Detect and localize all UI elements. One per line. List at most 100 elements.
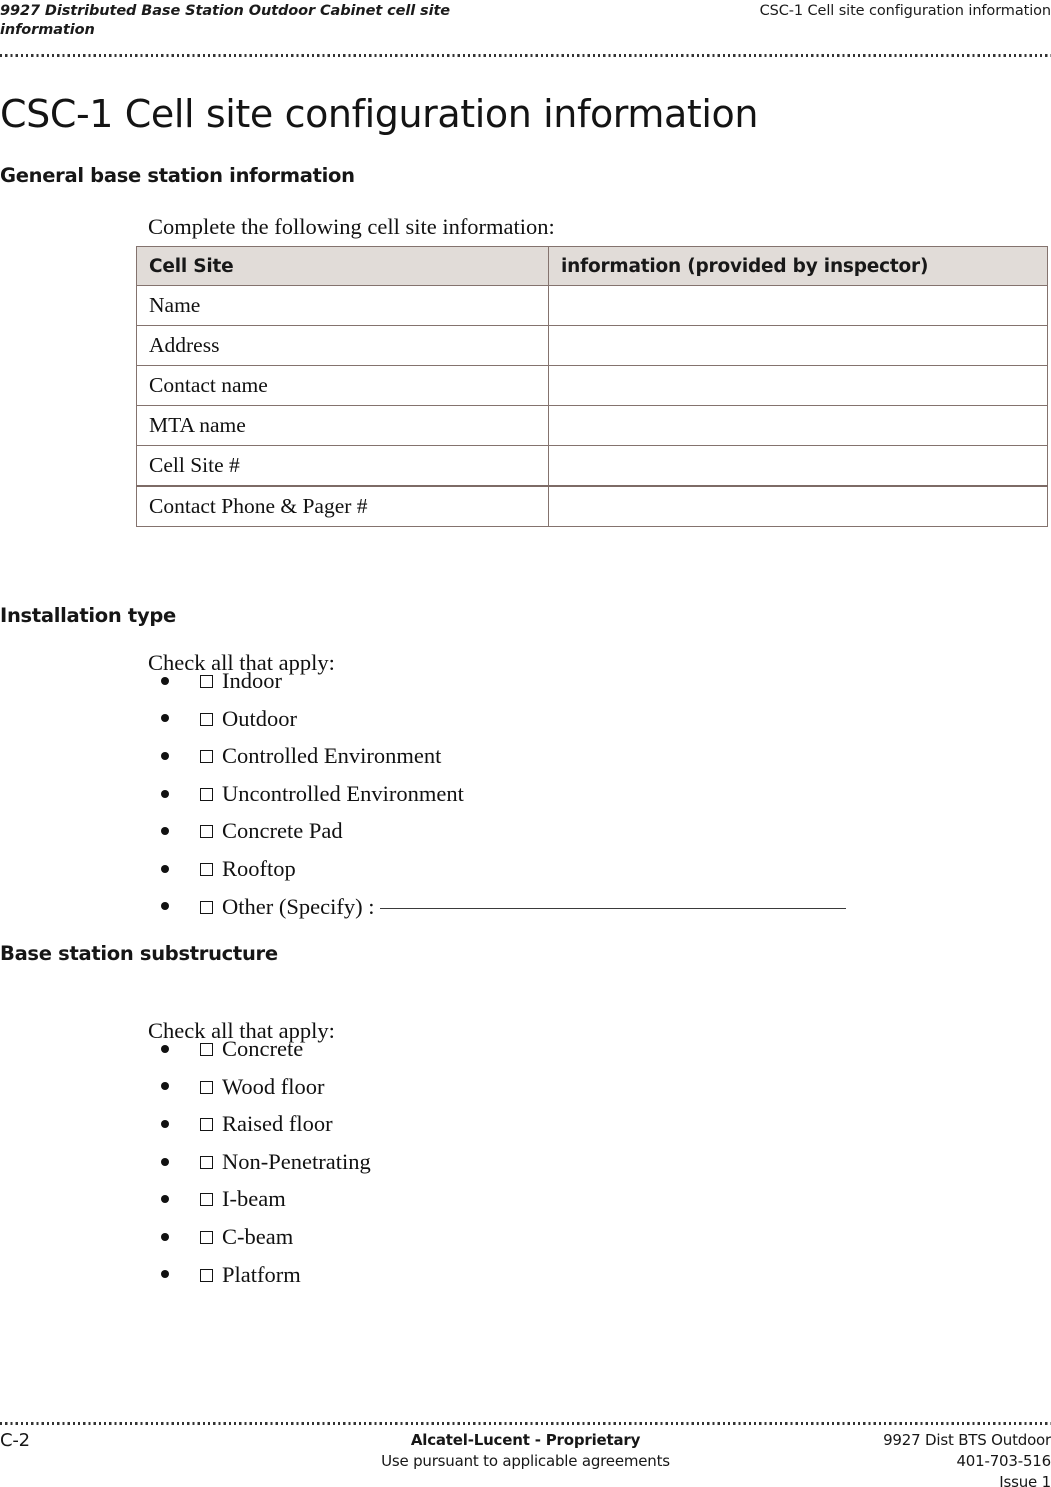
table-cell-label: Address — [136, 325, 549, 366]
checkbox-icon[interactable] — [200, 675, 213, 688]
checkbox-icon[interactable] — [200, 787, 213, 801]
bullet-icon — [161, 1195, 169, 1204]
list-item[interactable]: Non-Penetrating — [148, 1143, 371, 1181]
running-header-right: CSC-1 Cell site configuration informatio… — [759, 3, 1051, 19]
checkbox-icon[interactable] — [200, 1230, 213, 1244]
header-dotted-rule — [0, 54, 1051, 57]
installation-type-checklist: Indoor Outdoor Controlled Environment Un… — [148, 662, 847, 926]
running-header-left: 9927 Distributed Base Station Outdoor Ca… — [0, 2, 520, 40]
list-item[interactable]: I-beam — [148, 1180, 371, 1218]
table-row: MTA name — [136, 405, 1048, 446]
table-row: Address — [136, 325, 1048, 366]
list-item[interactable]: C-beam — [148, 1218, 371, 1256]
list-item[interactable]: Rooftop — [148, 850, 846, 888]
list-item-label: Rooftop — [222, 855, 296, 881]
base-station-substructure-checklist: Concrete Wood floor Raised floor Non-Pen… — [148, 1030, 371, 1293]
bullet-icon — [161, 864, 169, 873]
bullet-icon — [161, 1044, 169, 1053]
other-specify-blank-line[interactable] — [380, 907, 847, 909]
checkbox-icon[interactable] — [200, 1043, 213, 1056]
list-item[interactable]: Controlled Environment — [148, 737, 846, 775]
checkbox-icon[interactable] — [200, 1155, 213, 1169]
list-item-label: Wood floor — [222, 1073, 325, 1099]
table-cell-label: Contact name — [136, 365, 549, 406]
table-row: Contact name — [136, 365, 1048, 406]
table-cell-value[interactable] — [548, 485, 1048, 527]
table-row: Name — [136, 285, 1048, 326]
table-cell-value[interactable] — [548, 445, 1048, 487]
running-footer: C-2 Alcatel-Lucent - Proprietary Use pur… — [0, 1430, 1051, 1487]
page-title: CSC-1 Cell site configuration informatio… — [0, 92, 759, 137]
section-heading-general: General base station information — [0, 164, 355, 188]
list-item-label: Indoor — [222, 668, 282, 693]
footer-issue: Issue 1 — [999, 1473, 1051, 1487]
bullet-icon — [161, 1157, 169, 1166]
table-cell-label: Cell Site # — [136, 445, 549, 487]
bullet-icon — [161, 827, 169, 836]
list-item-label: I-beam — [222, 1186, 286, 1212]
checkbox-icon[interactable] — [200, 750, 213, 764]
running-header-left-line1: 9927 Distributed Base Station Outdoor Ca… — [0, 3, 451, 19]
list-item-label: Outdoor — [222, 705, 297, 731]
bullet-icon — [161, 902, 169, 911]
list-item[interactable]: Concrete Pad — [148, 812, 846, 850]
footer-product-name: 9927 Dist BTS Outdoor — [883, 1431, 1051, 1449]
list-item-label: C-beam — [222, 1223, 294, 1249]
table-cell-value[interactable] — [548, 405, 1048, 446]
table-col-header-information: information (provided by inspector) — [548, 246, 1048, 286]
list-item[interactable]: Other (Specify) : — [148, 888, 847, 926]
checkbox-icon[interactable] — [200, 1193, 213, 1207]
table-cell-label: Name — [136, 285, 549, 326]
list-item[interactable]: Outdoor — [148, 700, 846, 738]
bullet-icon — [161, 789, 169, 798]
footer-issue-line: Issue 1March 2012 — [883, 1472, 1051, 1487]
checkbox-icon[interactable] — [200, 1268, 213, 1282]
checkbox-icon[interactable] — [200, 712, 213, 726]
list-item-label: Concrete Pad — [222, 818, 343, 844]
table-cell-label: Contact Phone & Pager # — [136, 485, 549, 527]
table-row: Contact Phone & Pager # — [136, 485, 1048, 527]
bullet-icon — [161, 751, 169, 760]
table-cell-label: MTA name — [136, 405, 549, 446]
list-item[interactable]: Uncontrolled Environment — [148, 775, 846, 813]
document-page: 9927 Distributed Base Station Outdoor Ca… — [0, 0, 1051, 1487]
list-item[interactable]: Concrete — [148, 1030, 371, 1068]
list-item-label: Controlled Environment — [222, 743, 442, 769]
bullet-icon — [161, 1119, 169, 1128]
section-heading-installation-type: Installation type — [0, 604, 176, 628]
checkbox-icon[interactable] — [200, 825, 213, 839]
cell-site-information-table: Cell Site information (provided by inspe… — [136, 246, 1048, 527]
table-cell-value[interactable] — [548, 285, 1048, 326]
list-item-label: Concrete — [222, 1036, 304, 1061]
list-item-label: Non-Penetrating — [222, 1148, 371, 1174]
bullet-icon — [161, 714, 169, 723]
general-intro-text: Complete the following cell site informa… — [148, 213, 555, 239]
section-heading-base-station-substructure: Base station substructure — [0, 942, 278, 966]
table-col-header-cell-site: Cell Site — [136, 246, 549, 286]
bullet-icon — [161, 1270, 169, 1279]
list-item-label: Other (Specify) : — [222, 893, 375, 919]
checkbox-icon[interactable] — [200, 1118, 213, 1132]
running-header-left-line2: information — [0, 22, 95, 38]
list-item[interactable]: Raised floor — [148, 1105, 371, 1143]
table-row: Cell Site # — [136, 445, 1048, 487]
table-cell-value[interactable] — [548, 325, 1048, 366]
checkbox-icon[interactable] — [200, 900, 213, 914]
list-item-label: Platform — [222, 1261, 301, 1287]
bullet-icon — [161, 1082, 169, 1091]
list-item[interactable]: Indoor — [148, 662, 846, 700]
list-item-label: Uncontrolled Environment — [222, 780, 464, 806]
list-item-label: Raised floor — [222, 1111, 333, 1137]
checkbox-icon[interactable] — [200, 1080, 213, 1094]
list-item[interactable]: Wood floor — [148, 1068, 371, 1106]
table-header-row: Cell Site information (provided by inspe… — [136, 246, 1048, 286]
list-item[interactable]: Platform — [148, 1256, 371, 1294]
table-cell-value[interactable] — [548, 365, 1048, 406]
bullet-icon — [161, 1232, 169, 1241]
bullet-icon — [161, 676, 169, 685]
footer-document-number: 401-703-516 — [956, 1452, 1051, 1470]
footer-dotted-rule — [0, 1422, 1051, 1425]
running-header: 9927 Distributed Base Station Outdoor Ca… — [0, 0, 1051, 46]
footer-right: 9927 Dist BTS Outdoor 401-703-516 Issue … — [883, 1430, 1051, 1487]
checkbox-icon[interactable] — [200, 862, 213, 876]
